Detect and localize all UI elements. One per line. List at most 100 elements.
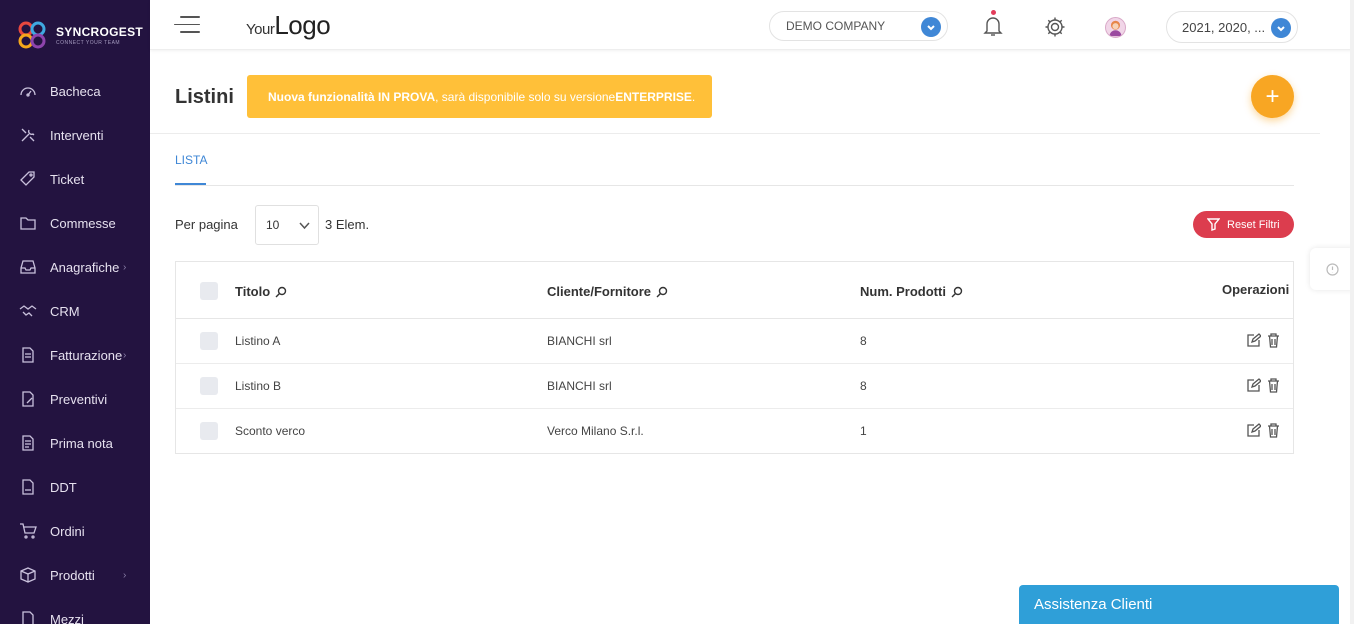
chevron-right-icon: › [123,349,127,361]
edit-icon[interactable] [1246,378,1261,393]
divider [175,185,1294,186]
select-all-checkbox[interactable] [200,282,218,300]
cell-titolo: Sconto verco [235,424,306,438]
sidebar-item-label: Bacheca [50,83,101,99]
sidebar-item-label: Ticket [50,171,85,187]
dashboard-icon [19,82,37,100]
year-select[interactable]: 2021, 2020, ... [1166,11,1298,43]
row-checkbox[interactable] [200,422,218,440]
brand-name: SYNCROGEST [56,24,144,39]
page-title: Listini [175,86,234,108]
trash-icon[interactable] [1267,333,1280,348]
sidebar-item-mezzi[interactable]: Mezzi [0,597,150,624]
notification-dot [991,10,996,15]
table-header: Titolo Cliente/Fornitore Num. Prodotti O… [176,262,1293,319]
vehicle-icon [19,610,37,624]
sidebar-item-label: Fatturazione [50,347,123,363]
table-row[interactable]: Listino B BIANCHI srl 8 [176,364,1293,409]
gear-icon[interactable] [1044,16,1066,38]
sidebar-item-crm[interactable]: CRM [0,289,150,333]
customer-support-button[interactable]: Assistenza Clienti [1019,585,1339,624]
cell-num-prodotti: 1 [860,424,867,438]
sidebar-item-preventivi[interactable]: Preventivi [0,377,150,421]
topbar: YourLogo DEMO COMPANY 2021, 2020, ... [150,0,1354,50]
row-checkbox[interactable] [200,332,218,350]
column-header-num-prodotti[interactable]: Num. Prodotti [860,284,963,299]
per-page-select[interactable]: 10 [255,205,319,245]
sidebar-item-commesse[interactable]: Commesse [0,201,150,245]
divider [150,133,1320,134]
cell-num-prodotti: 8 [860,379,867,393]
menu-toggle-icon[interactable] [174,16,200,36]
company-select[interactable]: DEMO COMPANY [769,11,948,41]
company-select-value: DEMO COMPANY [786,19,886,33]
info-panel-toggle[interactable] [1310,248,1354,290]
scrollbar[interactable] [1350,0,1354,624]
edit-icon[interactable] [1246,423,1261,438]
sidebar: SYNCROGEST CONNECT YOUR TEAM Bacheca Int… [0,0,150,624]
sidebar-item-label: CRM [50,303,80,319]
invoice-icon [19,346,37,364]
brand[interactable]: SYNCROGEST CONNECT YOUR TEAM [16,18,143,52]
trash-icon[interactable] [1267,423,1280,438]
sidebar-item-ticket[interactable]: Ticket [0,157,150,201]
add-button[interactable]: + [1251,75,1294,118]
cell-titolo: Listino B [235,379,282,393]
sidebar-item-bacheca[interactable]: Bacheca [0,69,150,113]
ticket-icon [19,170,37,188]
note-icon [19,434,37,452]
bell-icon[interactable] [982,12,1004,38]
inbox-icon [19,258,37,276]
sidebar-item-ordini[interactable]: Ordini [0,509,150,553]
sidebar-item-label: Mezzi [50,611,84,624]
document-icon [19,478,37,496]
folder-icon [19,214,37,232]
enterprise-banner: Nuova funzionalità IN PROVA, sarà dispon… [247,75,712,118]
column-header-titolo[interactable]: Titolo [235,284,287,299]
sidebar-item-label: Interventi [50,127,104,143]
sidebar-item-fatturazione[interactable]: Fatturazione › [0,333,150,377]
sidebar-item-prodotti[interactable]: Prodotti › [0,553,150,597]
cell-cliente: BIANCHI srl [547,379,612,393]
edit-icon[interactable] [1246,333,1261,348]
syncrogest-logo-icon [18,21,46,49]
sidebar-item-label: Preventivi [50,391,108,407]
handshake-icon [19,302,37,320]
chevron-down-icon [921,17,941,37]
trash-icon[interactable] [1267,378,1280,393]
table-row[interactable]: Listino A BIANCHI srl 8 [176,319,1293,364]
sidebar-item-label: Prima nota [50,435,113,451]
column-header-cliente[interactable]: Cliente/Fornitore [547,284,668,299]
sidebar-nav: Bacheca Interventi Ticket Commesse Anagr… [0,69,150,624]
sidebar-item-ddt[interactable]: DDT [0,465,150,509]
row-checkbox[interactable] [200,377,218,395]
chevron-down-icon [1271,18,1291,38]
per-page-label: Per pagina [175,217,238,232]
cell-cliente: Verco Milano S.r.l. [547,424,644,438]
cart-icon [19,522,37,540]
sidebar-item-prima-nota[interactable]: Prima nota [0,421,150,465]
sidebar-item-anagrafiche[interactable]: Anagrafiche › [0,245,150,289]
sidebar-item-label: Anagrafiche [50,259,120,275]
year-select-value: 2021, 2020, ... [1182,19,1266,35]
company-logo[interactable]: YourLogo [246,10,331,41]
cell-num-prodotti: 8 [860,334,867,348]
user-avatar-icon [1109,20,1122,37]
sidebar-item-interventi[interactable]: Interventi [0,113,150,157]
table-row[interactable]: Sconto verco Verco Milano S.r.l. 1 [176,409,1293,454]
search-icon[interactable] [275,286,287,298]
avatar[interactable] [1105,17,1126,38]
search-icon[interactable] [656,286,668,298]
column-header-operazioni: Operazioni [1222,282,1290,297]
listini-table: Titolo Cliente/Fornitore Num. Prodotti O… [175,261,1294,454]
box-icon [19,566,37,584]
reset-filters-button[interactable]: Reset Filtri [1193,211,1294,238]
sidebar-item-label: Ordini [50,523,85,539]
sidebar-item-label: Prodotti [50,567,95,583]
cell-cliente: BIANCHI srl [547,334,612,348]
chevron-down-icon [299,222,310,230]
search-icon[interactable] [951,286,963,298]
quote-icon [19,390,37,408]
tab-lista[interactable]: LISTA [175,153,207,167]
cell-titolo: Listino A [235,334,281,348]
